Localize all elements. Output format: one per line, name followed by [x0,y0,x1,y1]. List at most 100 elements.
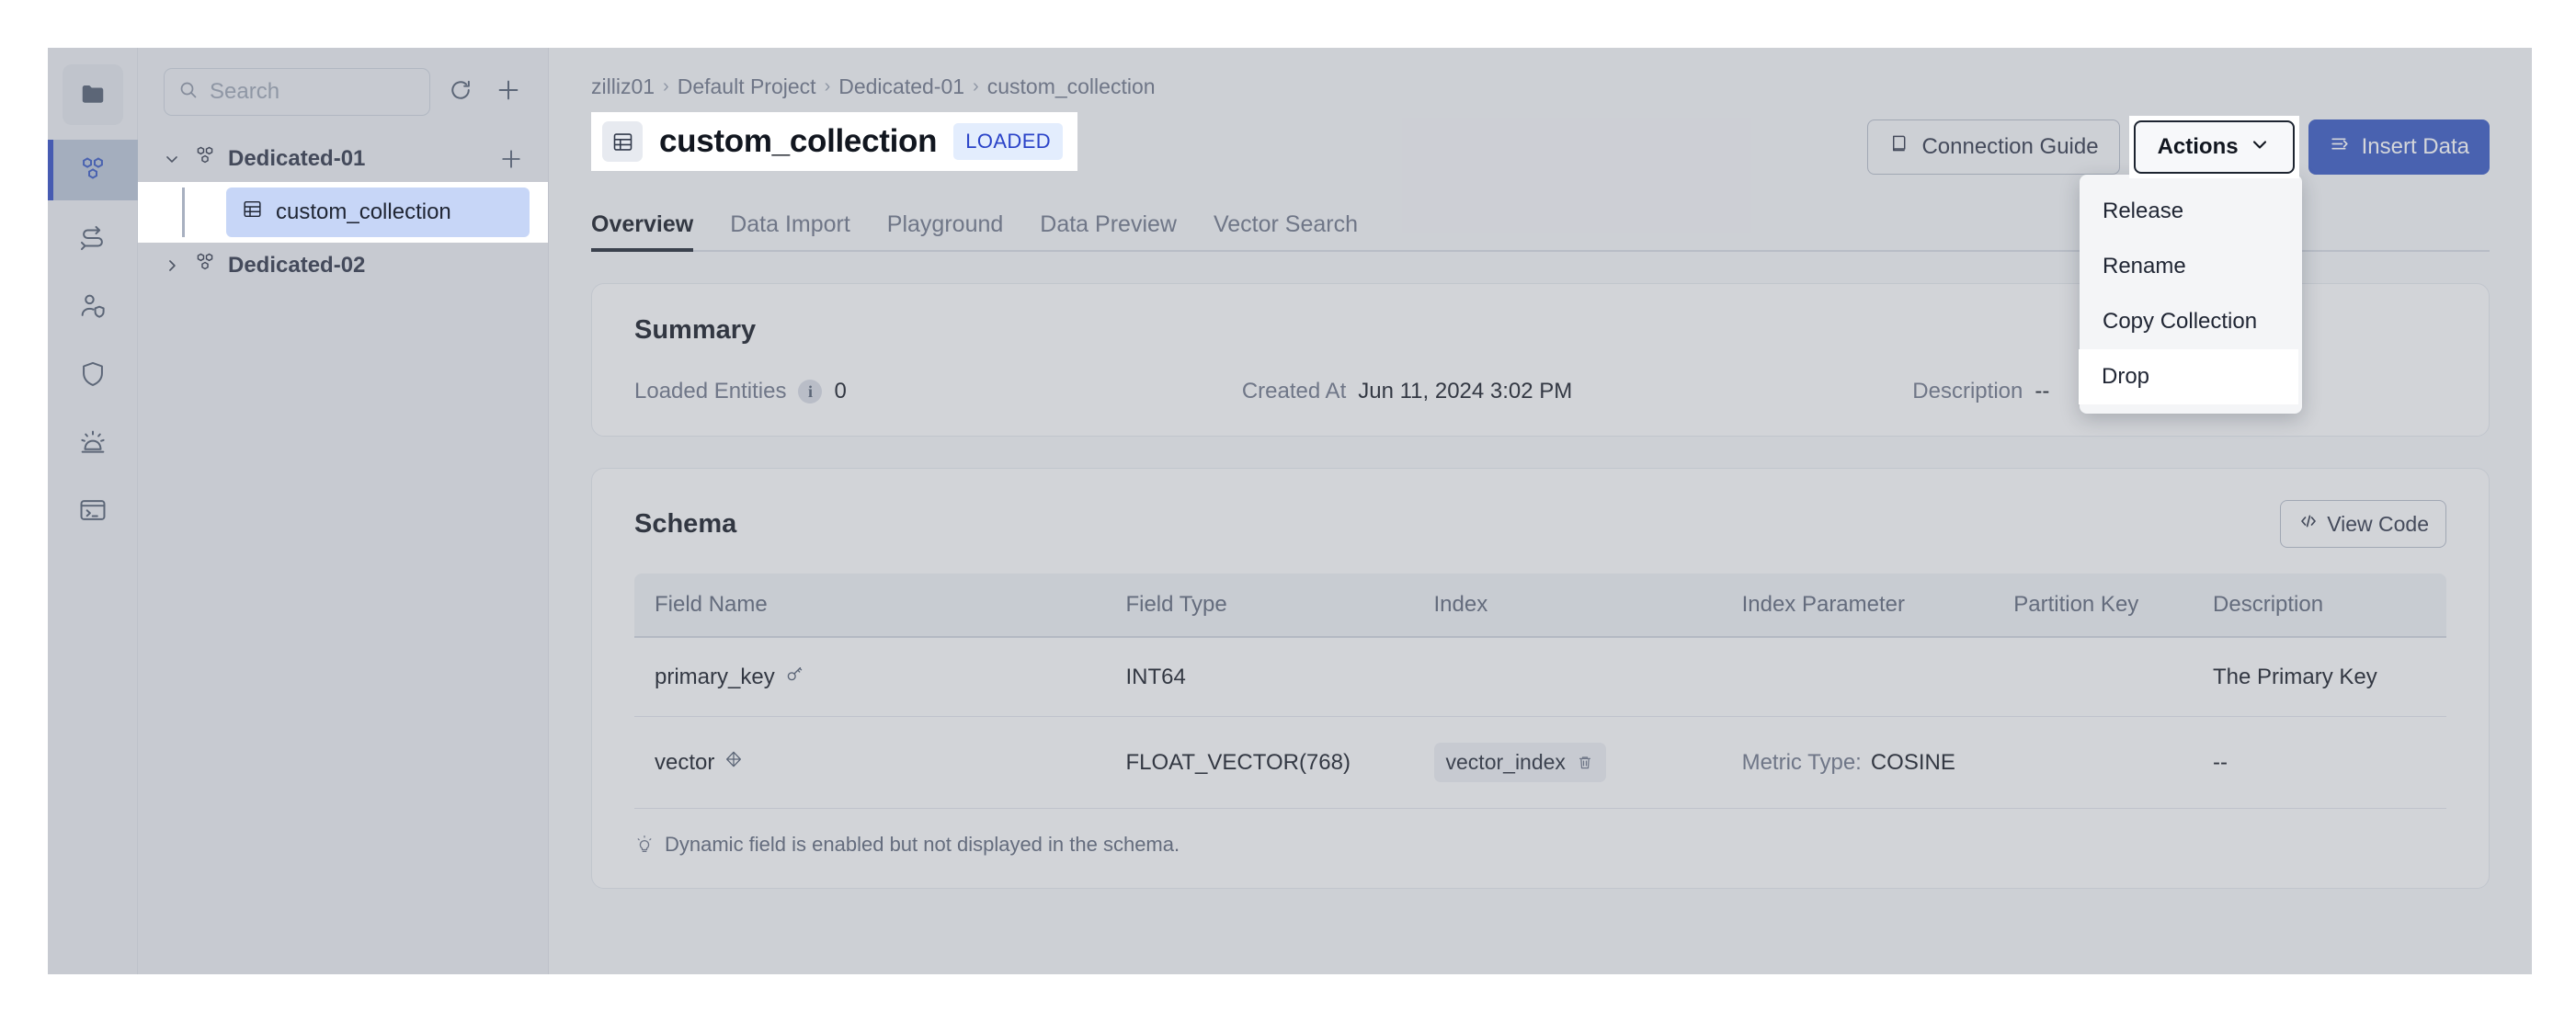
actions-button-highlight: Actions [2128,116,2299,178]
tree-child-row: custom_collection [138,188,530,237]
menu-item-copy-collection[interactable]: Copy Collection [2080,294,2302,349]
column-header-field-type: Field Type [1105,574,1414,638]
actions-button[interactable]: Actions [2133,120,2295,174]
tab-vector-search[interactable]: Vector Search [1214,211,1358,250]
menu-item-release[interactable]: Release [2080,184,2302,239]
description-value: -- [2035,379,2050,404]
cell-index-parameter [1721,637,1994,717]
search-field[interactable] [164,68,430,116]
connection-guide-label: Connection Guide [1921,134,2099,159]
sidebar-item-users[interactable] [63,276,123,336]
description-label: Description [1912,379,2023,404]
actions-label: Actions [2157,134,2239,159]
breadcrumb-separator: › [663,75,669,97]
search-icon [177,79,199,106]
menu-item-drop[interactable]: Drop [2079,349,2298,404]
cell-description: -- [2193,716,2446,809]
loaded-entities-value: 0 [834,379,847,404]
dynamic-field-note-text: Dynamic field is enabled but not display… [665,833,1180,856]
insert-data-button[interactable]: Insert Data [2308,119,2490,175]
collection-title-card: custom_collection LOADED [591,112,1078,171]
plus-icon [495,76,522,108]
table-icon [602,121,643,162]
tab-overview[interactable]: Overview [591,211,694,252]
refresh-button[interactable] [443,74,478,109]
refresh-icon [448,77,473,108]
code-icon [2297,510,2320,538]
vector-icon [724,749,744,776]
sidebar-item-alerts[interactable] [63,412,123,472]
index-name: vector_index [1445,750,1566,774]
cluster-icon [193,251,217,281]
created-at-label: Created At [1241,379,1347,404]
tab-playground[interactable]: Playground [887,211,1003,250]
dynamic-field-note: Dynamic field is enabled but not display… [634,833,2446,857]
collections-icon [77,154,108,186]
status-badge: LOADED [953,123,1064,160]
menu-item-rename[interactable]: Rename [2080,239,2302,294]
table-icon [241,198,264,227]
schema-card-header: Schema View Code [634,500,2446,548]
insert-data-label: Insert Data [2361,134,2469,159]
add-collection-icon[interactable] [498,146,524,172]
cell-field-name: vector [634,716,1106,809]
tree-group-dedicated-01[interactable]: Dedicated-01 [138,136,548,182]
book-icon [1888,132,1911,162]
info-icon[interactable]: i [798,380,823,404]
breadcrumb-item-project[interactable]: Default Project [678,74,816,99]
key-icon [784,664,804,690]
created-at-metric: Created At Jun 11, 2024 3:02 PM [1242,379,1572,404]
import-icon [2329,132,2352,162]
tab-data-preview[interactable]: Data Preview [1040,211,1177,250]
cluster-icon [193,144,217,175]
cell-description: The Primary Key [2193,637,2446,717]
cell-field-type: INT64 [1105,637,1414,717]
tree-group-dedicated-02[interactable]: Dedicated-02 [138,243,548,289]
field-name-text: primary_key [655,664,775,689]
chevron-right-icon [162,256,182,275]
schema-title: Schema [634,508,737,539]
sidebar-item-migration[interactable] [63,208,123,268]
create-collection-button[interactable] [491,74,526,109]
trash-icon[interactable] [1576,754,1594,772]
connection-guide-button[interactable]: Connection Guide [1867,119,2120,175]
main-content: zilliz01 › Default Project › Dedicated-0… [549,48,2532,974]
cell-index [1413,637,1722,717]
breadcrumb-item-org[interactable]: zilliz01 [591,74,655,99]
user-access-icon [77,290,108,322]
breadcrumb-item-collection[interactable]: custom_collection [987,74,1156,99]
loaded-entities-label: Loaded Entities [634,379,787,404]
table-row: primary_key INT64 The Primary Key [634,637,2446,717]
cell-field-name: primary_key [634,637,1106,717]
search-input[interactable] [210,79,416,105]
folder-icon [79,81,107,108]
tree-group-label: Dedicated-02 [228,253,366,278]
selected-collection-highlight: custom_collection [138,182,548,243]
icon-rail [48,48,138,974]
column-header-description: Description [2193,574,2446,638]
tree-group-label: Dedicated-01 [228,146,366,171]
description-metric: Description -- [1912,379,2049,404]
cell-index-parameter: Metric Type: COSINE [1721,716,1994,809]
chevron-down-icon [162,150,182,168]
sidebar-item-collections[interactable] [48,140,138,200]
view-code-button[interactable]: View Code [2280,500,2446,548]
page-header: custom_collection LOADED Connection Guid… [591,112,2490,178]
tree-toolbar [138,68,548,116]
tree-item-custom-collection[interactable]: custom_collection [226,188,530,237]
sidebar-item-security[interactable] [63,344,123,404]
breadcrumb-item-cluster[interactable]: Dedicated-01 [838,74,964,99]
terminal-icon [77,494,108,526]
sidebar-item-cli[interactable] [63,480,123,540]
bulb-icon [634,835,655,855]
collection-tree-panel: Dedicated-01 custom_col [138,48,549,974]
sidebar-item-projects[interactable] [62,64,123,125]
metric-type-label: Metric Type: [1741,749,1862,775]
tab-data-import[interactable]: Data Import [730,211,850,250]
shield-icon [77,358,108,390]
schema-card: Schema View Code Field Name Field Type I… [591,468,2490,889]
column-header-partition-key: Partition Key [1993,574,2194,638]
cell-partition-key [1993,637,2194,717]
index-chip[interactable]: vector_index [1433,743,1606,782]
column-header-index-parameter: Index Parameter [1721,574,1994,638]
